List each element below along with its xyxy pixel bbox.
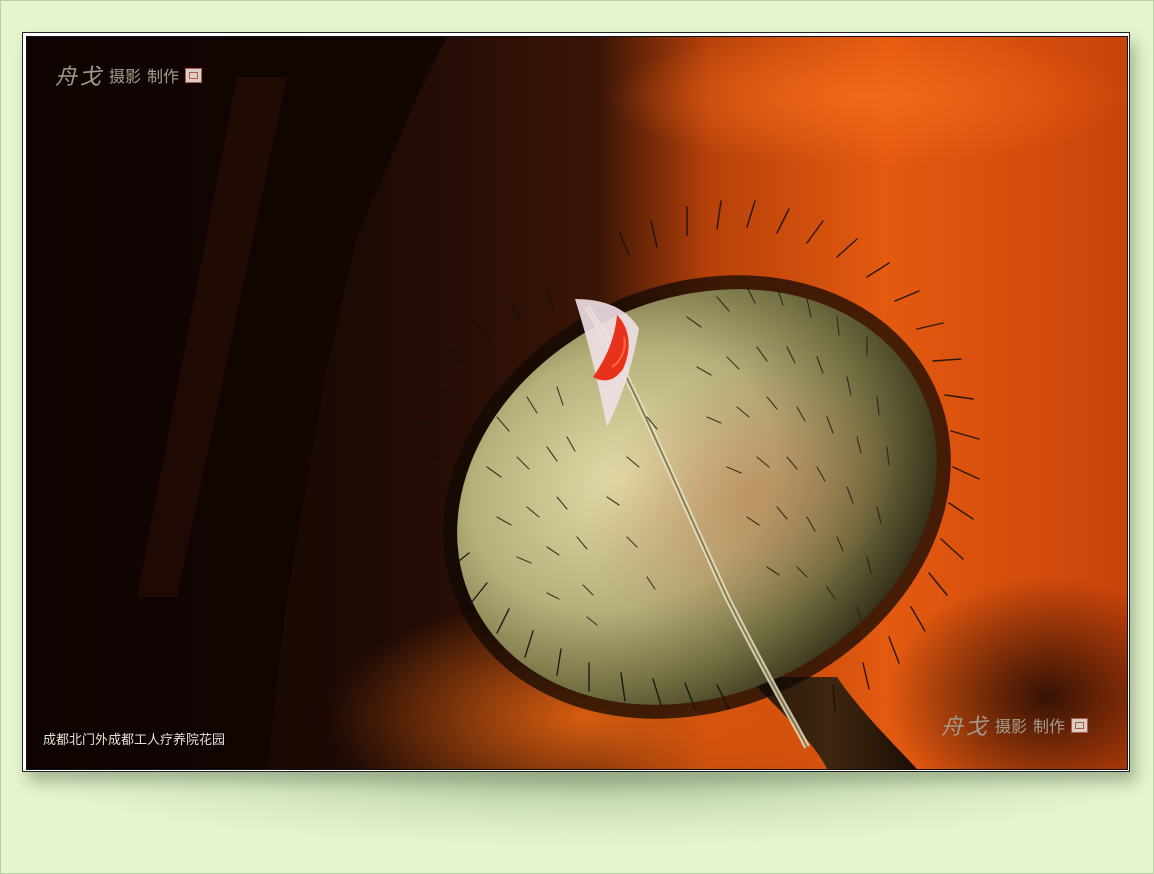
- frame-shadow: [40, 770, 1140, 840]
- watermark-bottom: 舟戈 摄影 制作: [941, 709, 1089, 741]
- photo-caption: 成都北门外成都工人疗养院花园: [43, 733, 226, 748]
- watermark-signature: 舟戈: [941, 715, 990, 740]
- watermark-word-photography: 摄影: [995, 717, 1028, 736]
- watermark-signature: 舟戈: [55, 65, 104, 90]
- watermark-word-photography: 摄影: [109, 67, 142, 86]
- photo-frame: 舟戈 摄影 制作 舟戈 摄影 制作 成都北门外成都工人疗养院花园: [22, 32, 1130, 772]
- watermark-word-production: 制作: [1033, 717, 1066, 736]
- watermark-word-production: 制作: [147, 67, 180, 86]
- poppy-bud-icon: [27, 37, 1127, 769]
- red-seal-icon: [185, 67, 203, 83]
- red-seal-icon: [1071, 717, 1089, 733]
- watermark-top: 舟戈 摄影 制作: [55, 59, 203, 91]
- photo: 舟戈 摄影 制作 舟戈 摄影 制作 成都北门外成都工人疗养院花园: [26, 36, 1128, 770]
